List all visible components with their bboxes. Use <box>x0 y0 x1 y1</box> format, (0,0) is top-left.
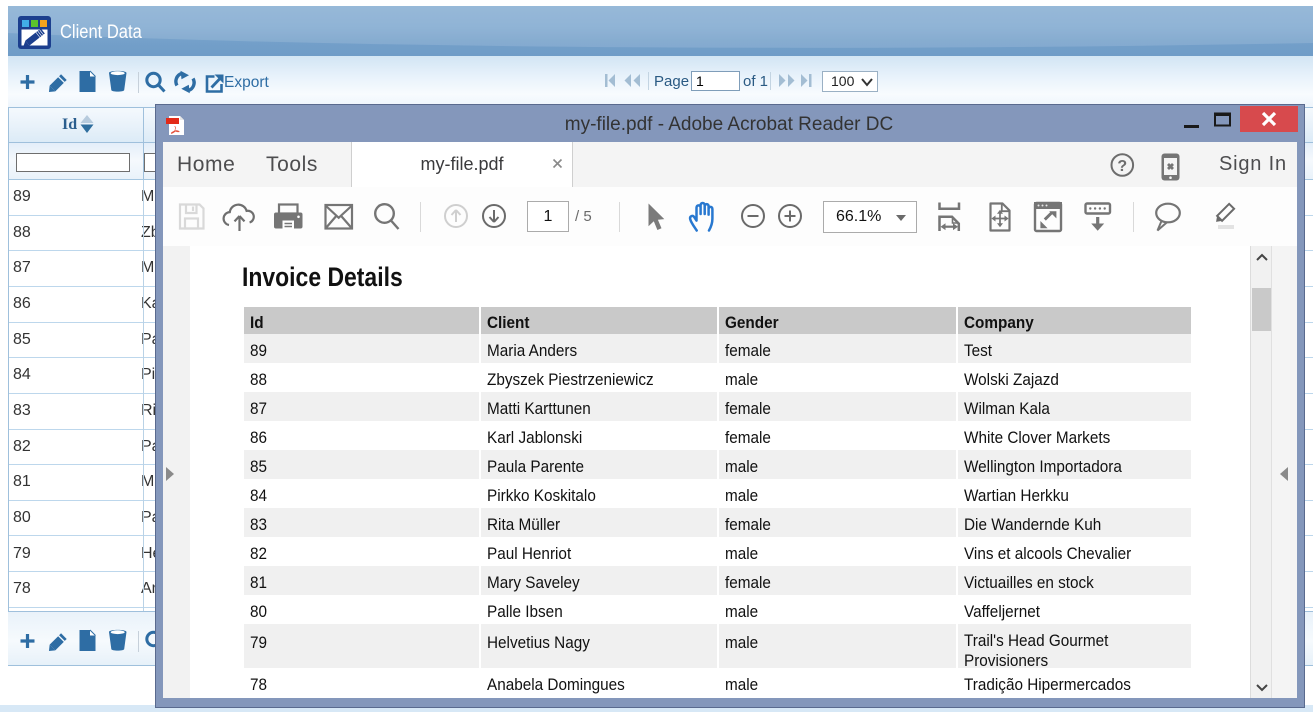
svg-text:?: ? <box>1117 158 1127 175</box>
